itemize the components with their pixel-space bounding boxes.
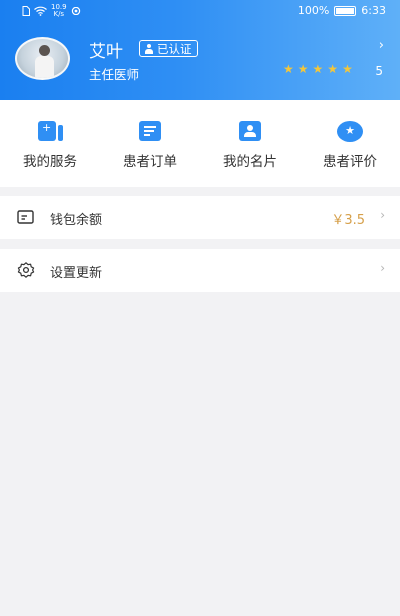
sim-icon — [22, 6, 30, 16]
net-speed: 10.9 K/s — [51, 4, 67, 18]
status-bar-left: 10.9 K/s — [22, 4, 81, 18]
quick-action-my-card[interactable]: 我的名片 — [200, 100, 300, 187]
card-icon — [239, 121, 261, 141]
status-bar: 10.9 K/s 100% 6:33 — [0, 0, 400, 22]
avatar-body — [35, 56, 54, 78]
order-icon — [139, 121, 161, 141]
wallet-label: 钱包余额 — [50, 213, 103, 228]
quick-action-patient-reviews[interactable]: ★ 患者评价 — [300, 100, 400, 187]
verified-label: 已认证 — [157, 41, 192, 56]
net-speed-unit: K/s — [53, 10, 65, 18]
settings-label: 设置更新 — [50, 266, 103, 281]
profile-header: 10.9 K/s 100% 6:33 艾叶 已认证 主任医师 › ★ ★ ★ ★… — [0, 0, 400, 100]
quick-action-patient-orders[interactable]: 患者订单 — [100, 100, 200, 187]
chevron-right-icon: › — [380, 208, 385, 222]
quick-action-label: 患者订单 — [123, 154, 177, 170]
user-icon — [144, 43, 154, 54]
evaluation-icon: ★ — [337, 121, 363, 142]
quick-action-label: 患者评价 — [323, 154, 377, 170]
quick-action-label: 我的服务 — [23, 154, 77, 170]
wallet-icon — [17, 210, 34, 224]
verified-badge: 已认证 — [139, 40, 198, 57]
chevron-right-icon: › — [380, 261, 385, 275]
eye-icon — [71, 7, 80, 15]
settings-row[interactable]: 设置更新 › — [0, 249, 400, 292]
doctor-title: 主任医师 — [89, 67, 140, 82]
star-icon: ★ — [342, 62, 353, 76]
wallet-row[interactable]: 钱包余额 ￥3.5 › — [0, 196, 400, 239]
battery-percent: 100% — [297, 4, 330, 17]
quick-action-label: 我的名片 — [223, 154, 277, 170]
chevron-right-icon[interactable]: › — [379, 38, 384, 53]
star-icon: ★ — [312, 62, 324, 76]
star-icon: ★ — [297, 62, 309, 76]
gear-icon — [17, 262, 35, 278]
wifi-icon — [34, 6, 47, 16]
quick-actions: + 我的服务 患者订单 我的名片 ★ 患者评价 — [0, 100, 400, 187]
avatar-head — [39, 45, 50, 56]
rating-value: 5 — [375, 64, 383, 78]
rating-stars: ★ ★ ★ ★ ★ — [283, 62, 353, 76]
wallet-balance: ￥3.5 — [331, 213, 365, 228]
quick-action-my-service[interactable]: + 我的服务 — [0, 100, 100, 187]
star-icon: ★ — [283, 62, 294, 76]
avatar[interactable] — [15, 37, 70, 80]
service-icon: + — [38, 121, 63, 141]
battery-icon — [334, 5, 357, 16]
clock: 6:33 — [361, 4, 386, 17]
star-icon: ★ — [327, 62, 339, 76]
status-bar-right: 100% 6:33 — [298, 4, 386, 17]
doctor-name: 艾叶 — [89, 42, 123, 62]
